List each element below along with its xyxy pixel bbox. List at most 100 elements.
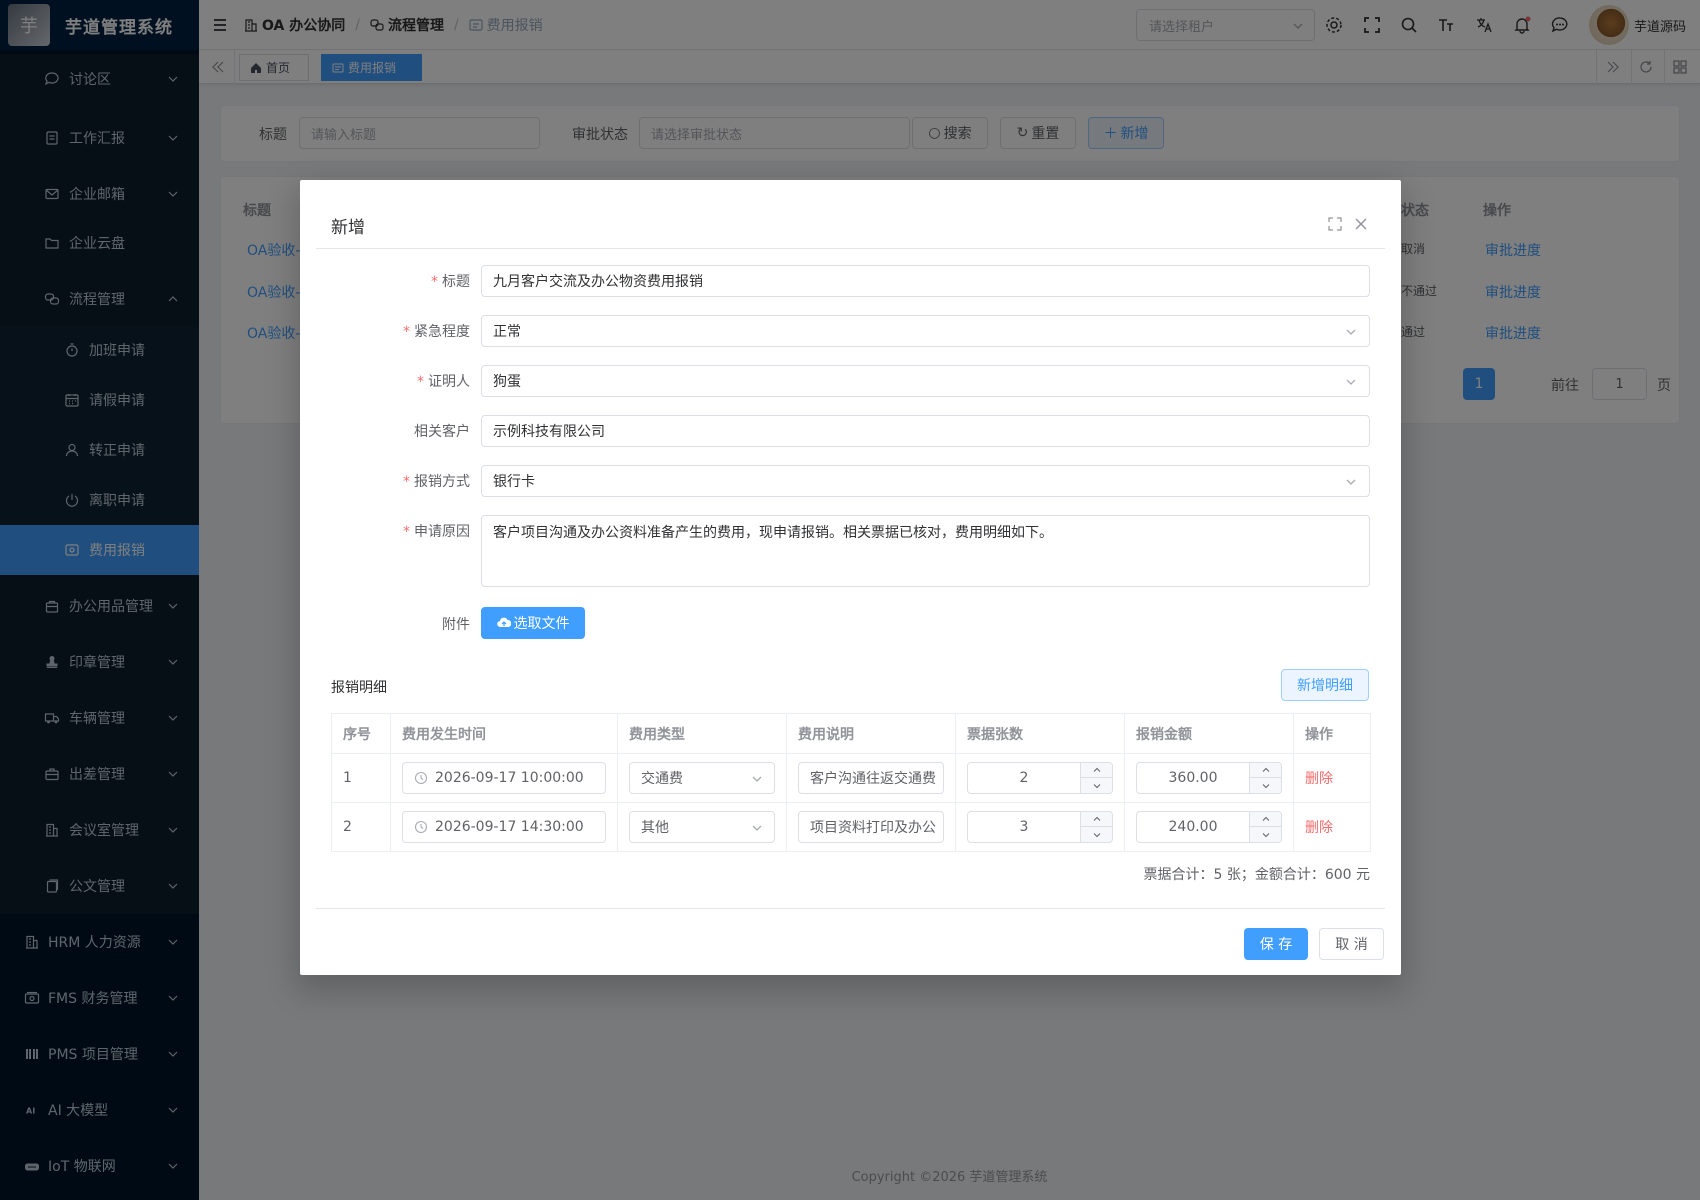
- table-row: 1 2026-09-17 10:00:00 交通费 客户沟通往返交通费 2 36…: [331, 753, 1371, 803]
- details-section-title: 报销明细: [331, 680, 387, 696]
- save-button[interactable]: 保 存: [1244, 928, 1308, 960]
- row-index: 2: [331, 802, 391, 852]
- clock-icon: [414, 820, 428, 834]
- chevron-up-icon[interactable]: [1250, 812, 1281, 827]
- col-header-type: 费用类型: [617, 713, 787, 754]
- datetime-value: 2026-09-17 14:30:00: [435, 819, 584, 835]
- stepper: [1249, 763, 1281, 793]
- row-index: 1: [331, 753, 391, 803]
- chevron-down-icon: [1345, 476, 1357, 488]
- close-icon[interactable]: [1354, 217, 1368, 231]
- field-label-reason: * 申请原因: [403, 524, 470, 540]
- type-cell: 其他: [617, 802, 787, 852]
- amount-value: 360.00: [1168, 770, 1218, 786]
- receipt-count-stepper[interactable]: 3: [967, 811, 1113, 843]
- urgency-select-value: 正常: [493, 324, 521, 340]
- expense-type-value: 其他: [641, 820, 669, 836]
- expense-details-table: 序号 费用发生时间 费用类型 费用说明 票据张数 报销金额 操作 1 2026-…: [331, 713, 1371, 852]
- time-cell: 2026-09-17 10:00:00: [390, 753, 618, 803]
- col-header-action: 操作: [1293, 713, 1371, 754]
- amount-cell: 360.00: [1124, 753, 1294, 803]
- payment-method-value: 银行卡: [493, 474, 535, 490]
- col-header-amount: 报销金额: [1124, 713, 1294, 754]
- chevron-down-icon[interactable]: [1250, 827, 1281, 842]
- add-detail-button[interactable]: 新增明细: [1281, 669, 1369, 701]
- field-label-payment-method: * 报销方式: [403, 474, 470, 490]
- col-header-time: 费用发生时间: [390, 713, 618, 754]
- action-cell: 删除: [1293, 753, 1371, 803]
- customer-input[interactable]: 示例科技有限公司: [481, 415, 1370, 447]
- label-text: 证明人: [428, 374, 470, 390]
- cancel-button[interactable]: 取 消: [1319, 928, 1384, 960]
- field-label-urgency: * 紧急程度: [403, 324, 470, 340]
- upload-file-button[interactable]: 选取文件: [481, 607, 585, 639]
- label-text: 标题: [442, 274, 470, 290]
- desc-cell: 客户沟通往返交通费: [786, 753, 956, 803]
- chevron-down-icon: [751, 822, 763, 834]
- dialog-footer-divider: [316, 908, 1385, 909]
- expense-type-select[interactable]: 交通费: [629, 762, 775, 794]
- delete-link[interactable]: 删除: [1305, 820, 1333, 836]
- title-input[interactable]: 九月客户交流及办公物资费用报销: [481, 265, 1370, 297]
- chevron-down-icon: [751, 773, 763, 785]
- reason-textarea-value: 客户项目沟通及办公资料准备产生的费用，现申请报销。相关票据已核对，费用明细如下。: [493, 525, 1053, 541]
- chevron-down-icon[interactable]: [1081, 827, 1112, 842]
- upload-file-label: 选取文件: [513, 616, 570, 632]
- time-cell: 2026-09-17 14:30:00: [390, 802, 618, 852]
- chevron-up-icon[interactable]: [1081, 763, 1112, 778]
- witness-select-value: 狗蛋: [493, 374, 521, 390]
- table-row: 2 2026-09-17 14:30:00 其他 项目资料打印及办公 3 240…: [331, 802, 1371, 852]
- amount-cell: 240.00: [1124, 802, 1294, 852]
- label-text: 紧急程度: [414, 324, 470, 340]
- expense-desc-value: 项目资料打印及办公: [810, 820, 936, 836]
- datetime-picker[interactable]: 2026-09-17 14:30:00: [402, 811, 606, 843]
- receipt-count-stepper[interactable]: 2: [967, 762, 1113, 794]
- add-expense-dialog: 新增 * 标题 九月客户交流及办公物资费用报销 * 紧急程度 正常 * 证明人 狗蛋 …: [300, 180, 1401, 975]
- details-summary: 票据合计：5 张；金额合计：600 元: [1143, 867, 1370, 883]
- field-label-witness: * 证明人: [417, 374, 470, 390]
- amount-stepper[interactable]: 360.00: [1136, 762, 1282, 794]
- type-cell: 交通费: [617, 753, 787, 803]
- field-label-attachment: 附件: [442, 617, 470, 633]
- label-text: 报销方式: [414, 474, 470, 490]
- expense-desc-input[interactable]: 项目资料打印及办公: [798, 811, 944, 843]
- title-input-value: 九月客户交流及办公物资费用报销: [493, 274, 703, 290]
- count-cell: 2: [955, 753, 1125, 803]
- datetime-value: 2026-09-17 10:00:00: [435, 770, 584, 786]
- col-header-desc: 费用说明: [786, 713, 956, 754]
- witness-select[interactable]: 狗蛋: [481, 365, 1370, 397]
- amount-value: 240.00: [1168, 819, 1218, 835]
- table-header-row: 序号 费用发生时间 费用类型 费用说明 票据张数 报销金额 操作: [331, 713, 1371, 754]
- field-label-title: * 标题: [431, 274, 470, 290]
- urgency-select[interactable]: 正常: [481, 315, 1370, 347]
- reason-textarea[interactable]: 客户项目沟通及办公资料准备产生的费用，现申请报销。相关票据已核对，费用明细如下。: [481, 515, 1370, 587]
- customer-input-value: 示例科技有限公司: [493, 424, 605, 440]
- expense-desc-value: 客户沟通往返交通费: [810, 771, 936, 787]
- chevron-down-icon[interactable]: [1081, 778, 1112, 793]
- desc-cell: 项目资料打印及办公: [786, 802, 956, 852]
- stepper: [1249, 812, 1281, 842]
- dialog-header-divider: [316, 248, 1385, 249]
- stepper: [1080, 812, 1112, 842]
- label-text: 申请原因: [414, 524, 470, 540]
- datetime-picker[interactable]: 2026-09-17 10:00:00: [402, 762, 606, 794]
- chevron-up-icon[interactable]: [1081, 812, 1112, 827]
- expense-type-select[interactable]: 其他: [629, 811, 775, 843]
- label-text: 相关客户: [414, 424, 470, 440]
- expense-desc-input[interactable]: 客户沟通往返交通费: [798, 762, 944, 794]
- cloud-upload-icon: [496, 616, 511, 630]
- amount-stepper[interactable]: 240.00: [1136, 811, 1282, 843]
- chevron-down-icon: [1345, 376, 1357, 388]
- count-cell: 3: [955, 802, 1125, 852]
- clock-icon: [414, 771, 428, 785]
- action-cell: 删除: [1293, 802, 1371, 852]
- expense-type-value: 交通费: [641, 771, 683, 787]
- chevron-up-icon[interactable]: [1250, 763, 1281, 778]
- maximize-icon[interactable]: [1328, 217, 1342, 231]
- chevron-down-icon[interactable]: [1250, 778, 1281, 793]
- col-header-count: 票据张数: [955, 713, 1125, 754]
- payment-method-select[interactable]: 银行卡: [481, 465, 1370, 497]
- col-header-index: 序号: [331, 713, 391, 754]
- delete-link[interactable]: 删除: [1305, 771, 1333, 787]
- receipt-count-value: 2: [1019, 770, 1029, 786]
